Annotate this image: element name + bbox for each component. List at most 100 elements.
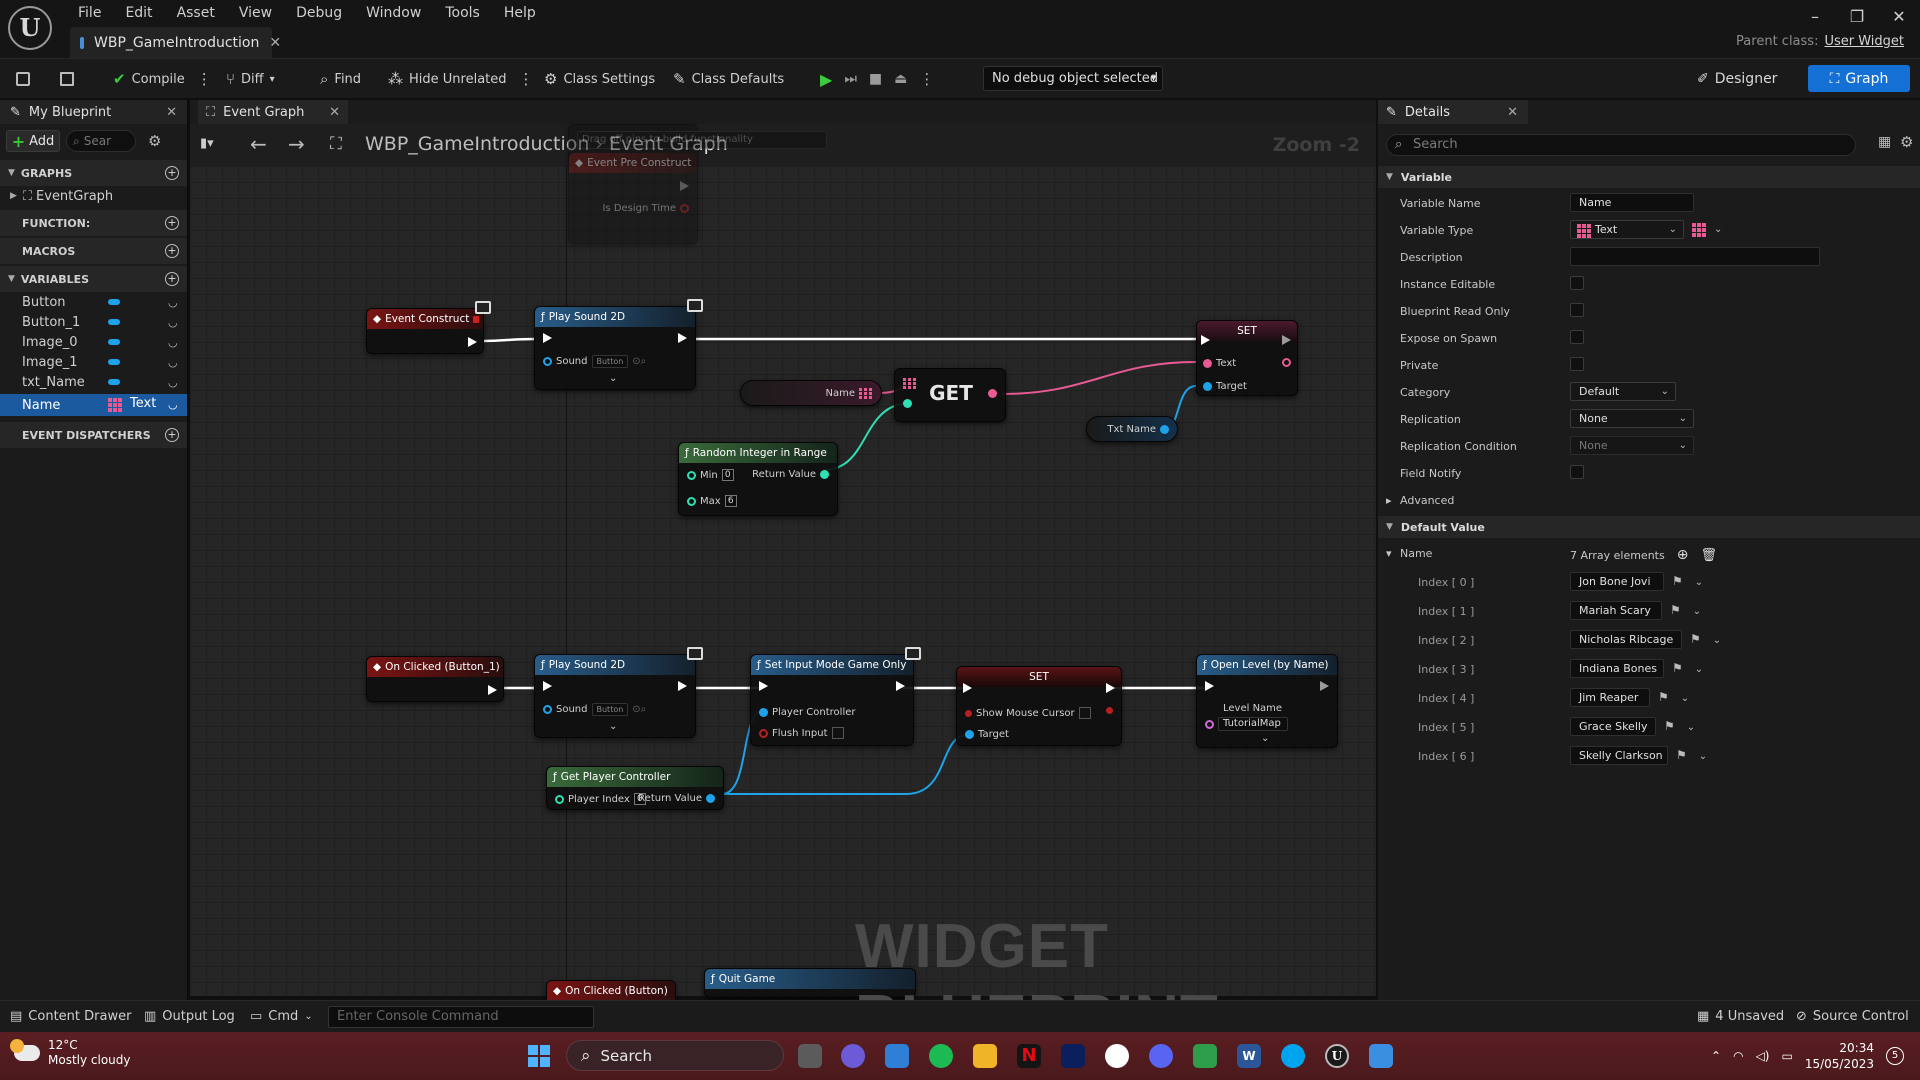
graphs-section-header[interactable]: ▼ GRAPHS + (0, 160, 187, 186)
pin-show-mouse-cursor[interactable]: Show Mouse Cursor (965, 707, 1091, 719)
pin-value-out[interactable] (988, 389, 997, 398)
variable-section-header[interactable]: ▼ Variable (1378, 166, 1920, 188)
hide-unrelated-button[interactable]: ⁂ Hide Unrelated ⋮ (388, 67, 534, 91)
node-get-txt-name[interactable]: Txt Name (1086, 416, 1178, 442)
battery-icon[interactable]: ▭ (1781, 1049, 1792, 1063)
chevron-down-icon[interactable]: ⌄ (1713, 635, 1721, 646)
minimize-button[interactable]: – (1794, 4, 1836, 30)
class-settings-button[interactable]: ⚙ Class Settings (544, 67, 655, 91)
exec-out-pin[interactable] (1320, 681, 1329, 691)
expose-on-spawn-checkbox[interactable] (1570, 330, 1584, 344)
browser-icon[interactable] (1281, 1044, 1305, 1068)
more-options-icon[interactable]: ⋮ (919, 70, 934, 88)
spotify-icon[interactable] (929, 1044, 953, 1068)
compile-button[interactable]: ✔ Compile ⋮ (113, 67, 212, 91)
pin-bool-out[interactable] (1106, 707, 1113, 714)
browse-icon[interactable]: ⊙⌕ (632, 356, 646, 367)
node-set-text[interactable]: SET Text Target (1196, 320, 1298, 396)
windows-start-icon[interactable] (528, 1045, 550, 1067)
default-value-section-header[interactable]: ▼ Default Value (1378, 516, 1920, 538)
chevron-down-icon[interactable]: ⌄ (1699, 751, 1707, 762)
wifi-icon[interactable]: ◠ (1733, 1049, 1743, 1063)
chevron-down-icon[interactable]: ⌄ (1695, 577, 1703, 588)
exec-out-pin[interactable] (896, 681, 905, 691)
localization-flag-icon[interactable]: ⚑ (1676, 748, 1687, 762)
variable-name-input[interactable]: Name (1570, 193, 1694, 212)
eye-closed-icon[interactable]: ◡ (168, 376, 178, 389)
pin-player-index[interactable]: Player Index 0 (555, 793, 646, 805)
close-tab-icon[interactable]: ✕ (1507, 105, 1518, 120)
chevron-up-icon[interactable]: ⌃ (1711, 1049, 1721, 1063)
category-combobox[interactable]: Default ⌄ (1570, 382, 1676, 401)
eye-closed-icon[interactable]: ◡ (168, 356, 178, 369)
sound-asset-dropdown[interactable]: Button (591, 703, 629, 716)
bookmark-icon[interactable]: ▮▾ (200, 136, 214, 151)
gear-icon[interactable]: ⚙ (1900, 133, 1913, 151)
node-play-sound-2d[interactable]: ƒ Play Sound 2D Sound Button ⊙⌕ ⌄ (534, 647, 703, 738)
exec-in-pin[interactable] (1201, 335, 1210, 345)
weather-widget[interactable]: 12°C Mostly cloudy (10, 1038, 131, 1068)
variable-item-selected[interactable]: Name Text ◡ (0, 394, 187, 416)
max-value-input[interactable]: 6 (724, 495, 737, 507)
exec-out-pin[interactable] (678, 681, 687, 691)
functions-section-header[interactable]: FUNCTION: + (0, 210, 187, 236)
chrome-icon[interactable] (1105, 1044, 1129, 1068)
chevron-down-icon[interactable]: ⌄ (1681, 693, 1689, 704)
designer-mode-button[interactable]: ✐ Designer (1697, 66, 1777, 91)
output-log-button[interactable]: ▥ Output Log (144, 1009, 235, 1024)
my-blueprint-search-input[interactable]: ⌕ Sear (66, 130, 136, 152)
variable-item[interactable]: Button ◡ (0, 292, 187, 312)
pin-sound[interactable]: Sound Button ⊙⌕ (543, 355, 646, 368)
menu-view[interactable]: View (227, 2, 284, 24)
node-array-get[interactable]: GET (894, 368, 1006, 422)
variables-section-header[interactable]: ▼ VARIABLES + (0, 266, 187, 292)
variable-item[interactable]: Button_1 ◡ (0, 312, 187, 332)
notification-badge[interactable]: 5 (1886, 1047, 1904, 1065)
forward-arrow-icon[interactable]: → (288, 132, 305, 156)
exec-in-pin[interactable] (543, 333, 552, 343)
source-control-button[interactable]: ⊘ Source Control (1796, 1009, 1909, 1024)
expand-node-icon[interactable]: ⌄ (609, 721, 617, 732)
add-macro-icon[interactable]: + (165, 244, 179, 258)
disney-plus-icon[interactable] (1061, 1044, 1085, 1068)
back-arrow-icon[interactable]: ← (250, 132, 267, 156)
exec-in-pin[interactable] (759, 681, 768, 691)
file-explorer-icon[interactable] (973, 1044, 997, 1068)
pin-text-in[interactable]: Text (1203, 358, 1236, 369)
details-tab[interactable]: ✎ Details ✕ (1378, 100, 1528, 124)
add-graph-icon[interactable]: + (165, 166, 179, 180)
eject-icon[interactable]: ⏏ (894, 71, 907, 87)
event-graph-tab[interactable]: ⛶ Event Graph ✕ (198, 100, 348, 124)
exec-out-pin[interactable] (680, 181, 689, 191)
array-element-input[interactable]: Grace Skelly (1570, 717, 1656, 736)
close-tab-icon[interactable]: ✕ (329, 105, 340, 120)
array-element-input[interactable]: Indiana Bones (1570, 659, 1664, 678)
sound-asset-dropdown[interactable]: Button (591, 355, 629, 368)
pin-index-in[interactable] (903, 399, 912, 408)
step-icon[interactable]: ⏭ (844, 71, 857, 87)
exec-in-pin[interactable] (963, 683, 972, 693)
exec-out-pin[interactable] (468, 337, 477, 347)
variable-item[interactable]: Image_1 ◡ (0, 352, 187, 372)
graph-item-eventgraph[interactable]: ▶ ⛶ EventGraph (0, 186, 187, 206)
pin-player-controller[interactable]: Player Controller (759, 707, 856, 718)
show-mouse-cursor-checkbox[interactable] (1078, 707, 1091, 719)
array-element-input[interactable]: Nicholas Ribcage (1570, 630, 1682, 649)
diff-button[interactable]: ⑂ Diff ▾ (226, 67, 275, 91)
exec-in-pin[interactable] (543, 681, 552, 691)
expand-node-icon[interactable]: ⌄ (609, 373, 617, 384)
eye-closed-icon[interactable]: ◡ (168, 316, 178, 329)
my-blueprint-tab[interactable]: ✎ My Blueprint ✕ (0, 100, 187, 124)
eye-closed-icon[interactable]: ◡ (168, 336, 178, 349)
menu-file[interactable]: File (66, 2, 113, 24)
add-variable-icon[interactable]: + (165, 272, 179, 286)
graph-mode-button[interactable]: ⛶ Graph (1808, 65, 1910, 92)
clock[interactable]: 20:34 15/05/2023 (1805, 1040, 1874, 1072)
trash-icon[interactable]: 🗑 (1700, 548, 1717, 563)
menu-window[interactable]: Window (354, 2, 433, 24)
menu-help[interactable]: Help (492, 2, 548, 24)
unreal-engine-icon[interactable]: U (1325, 1044, 1349, 1068)
console-input[interactable]: Enter Console Command (328, 1006, 594, 1028)
localization-flag-icon[interactable]: ⚑ (1672, 574, 1683, 588)
container-type-dropdown-icon[interactable] (1692, 222, 1706, 237)
